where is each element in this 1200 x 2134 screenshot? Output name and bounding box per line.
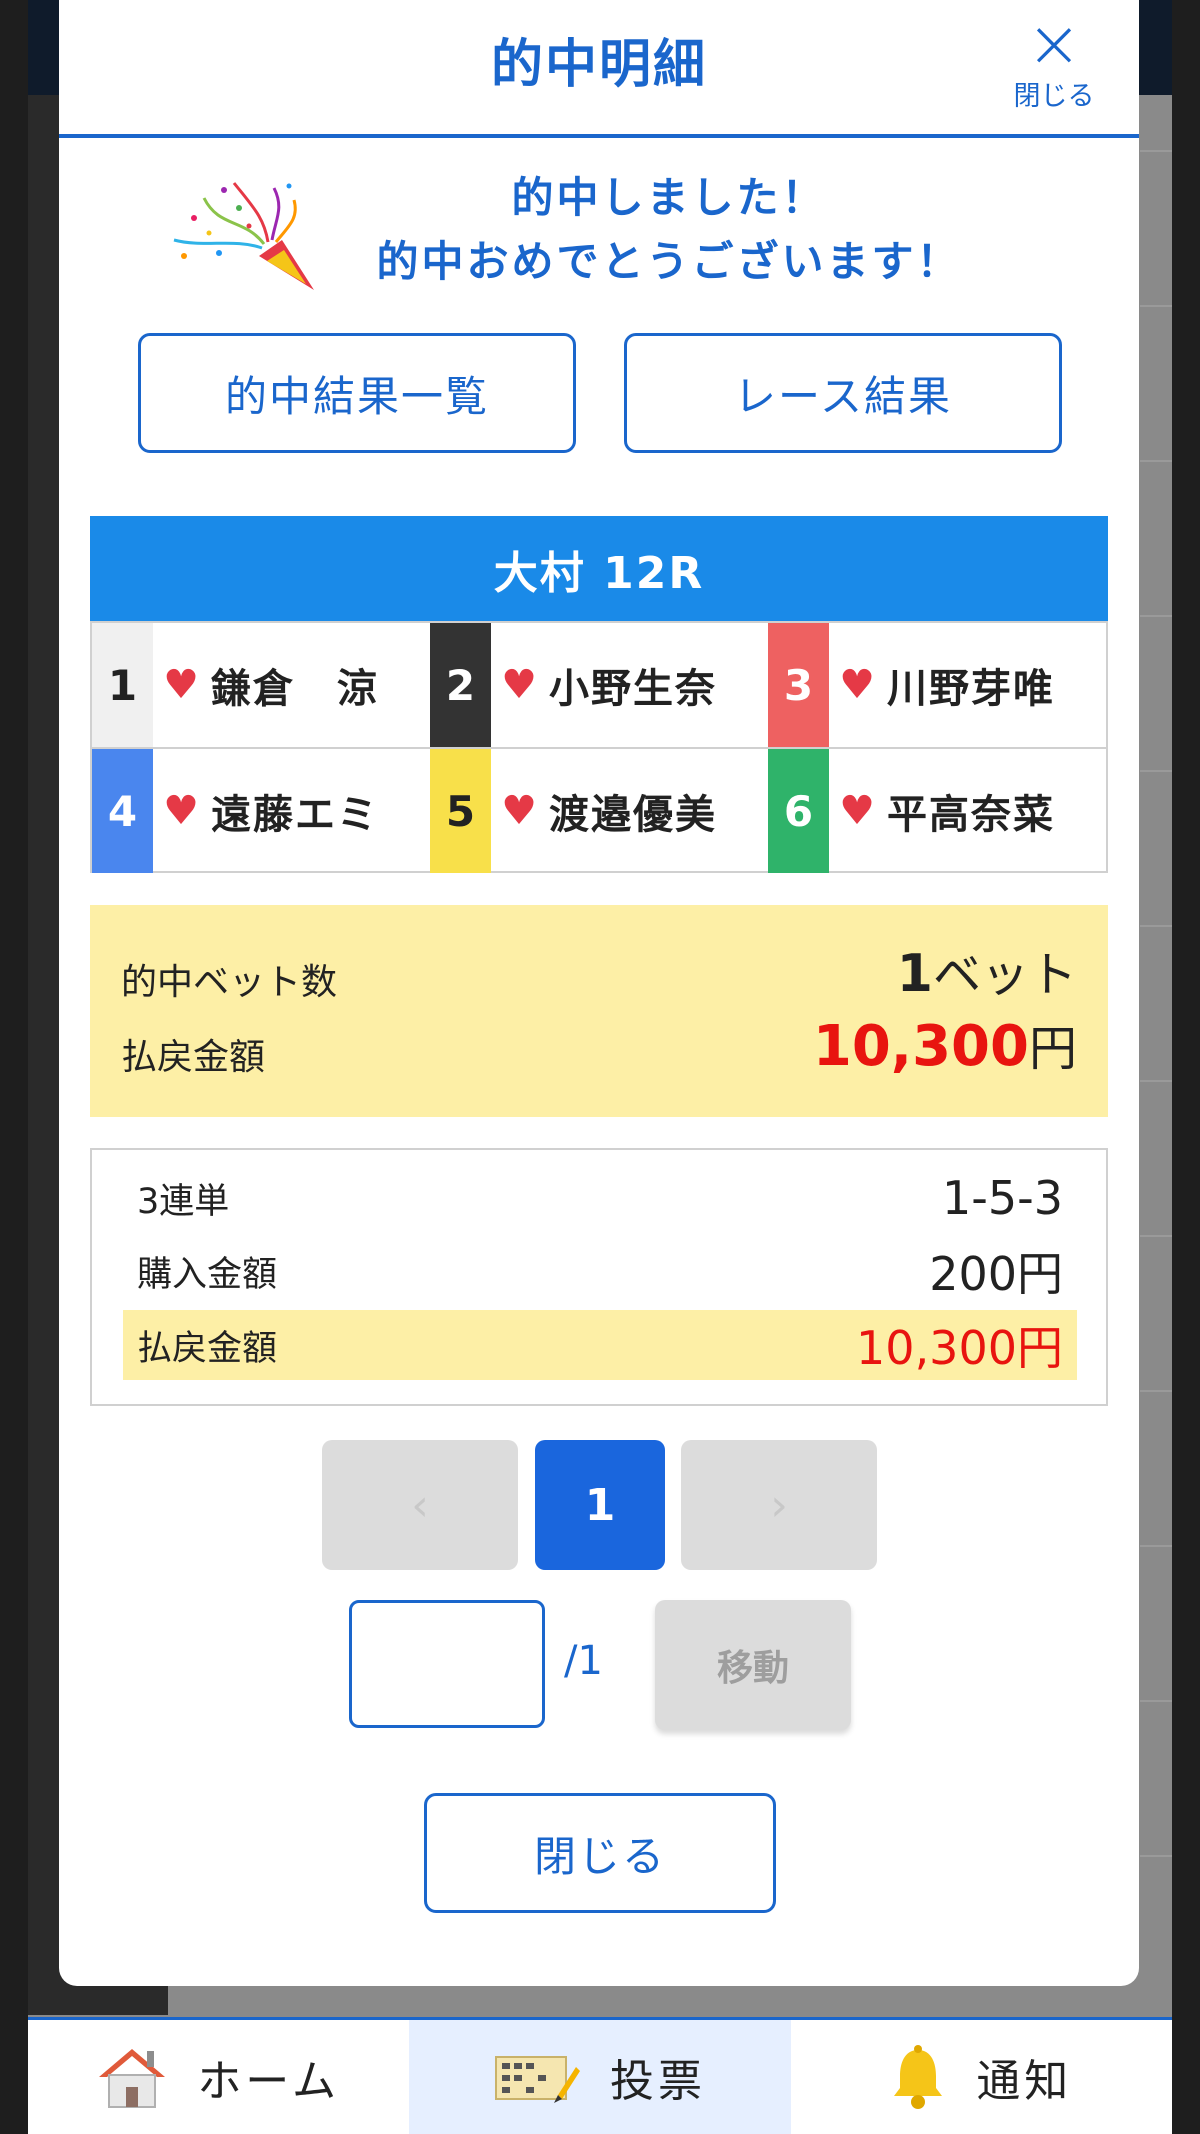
heart-icon[interactable]: ♥: [161, 662, 201, 708]
payout-unit: 円: [1028, 1021, 1077, 1077]
nav-notify[interactable]: 通知: [791, 2020, 1172, 2134]
chevron-right-icon: ›: [770, 1479, 788, 1531]
modal-header: 的中明細 × 閉じる: [59, 0, 1139, 138]
detail-payout-label: 払戻金額: [137, 1328, 278, 1369]
modal-title: 的中明細: [490, 35, 707, 95]
heart-icon[interactable]: ♥: [161, 788, 201, 834]
close-button[interactable]: 閉じる: [424, 1793, 776, 1913]
racer-number: 4: [92, 749, 153, 873]
background-divider: [1140, 615, 1172, 617]
chevron-left-icon: ‹: [411, 1479, 429, 1531]
racer-grid: 1 ♥ 鎌倉 涼 2 ♥ 小野生奈 3 ♥ 川野芽唯 4 ♥ 遠藤エミ 5 ♥ 渡邉優美 6 ♥ 平高奈菜: [90, 621, 1108, 873]
racer-number: 1: [92, 623, 153, 747]
detail-payout-row: 払戻金額 10,300円: [123, 1310, 1077, 1380]
congrats-line-2: 的中おめでとうございます！: [376, 237, 962, 286]
background-divider: [1140, 1235, 1172, 1237]
modal-close-label: 閉じる: [1013, 81, 1095, 112]
nav-home[interactable]: ホーム: [28, 2020, 409, 2134]
background-divider: [1140, 1855, 1172, 1857]
racer-name: 平高奈菜: [887, 792, 1055, 838]
hit-detail-modal: 的中明細 × 閉じる 的中しました！ 的中おめでとうございます！ 的中結果一覧 …: [59, 0, 1139, 1986]
heart-icon[interactable]: ♥: [837, 788, 877, 834]
payout-amount: 10,300: [812, 1014, 1029, 1079]
racer-cell: 4 ♥ 遠藤エミ: [92, 749, 430, 873]
racer-name: 遠藤エミ: [211, 792, 379, 838]
congrats-message: 的中しました！ 的中おめでとうございます！: [329, 166, 1009, 294]
nav-vote[interactable]: 投票: [409, 2020, 791, 2134]
racer-name: 渡邉優美: [549, 792, 717, 838]
background-divider: [1140, 1080, 1172, 1082]
hit-bets-value: 1ベット: [897, 935, 1077, 1005]
heart-icon[interactable]: ♥: [499, 662, 539, 708]
background-divider: [1140, 770, 1172, 772]
page-jump-button[interactable]: 移動: [655, 1600, 851, 1730]
racer-number: 3: [768, 623, 829, 747]
page-1-button[interactable]: 1: [535, 1440, 665, 1570]
heart-icon[interactable]: ♥: [837, 662, 877, 708]
racer-number: 6: [768, 749, 829, 873]
modal-close-button[interactable]: × 閉じる: [1009, 8, 1099, 113]
bet-detail: 3連単 1-5-3 購入金額 200円 払戻金額 10,300円: [90, 1148, 1108, 1406]
next-page-button[interactable]: ›: [681, 1440, 877, 1570]
purchase-row: 購入金額 200円: [123, 1236, 1077, 1306]
racer-name: 小野生奈: [549, 666, 717, 712]
background-divider: [1140, 1390, 1172, 1392]
background-divider: [1140, 925, 1172, 927]
bet-type-row: 3連単 1-5-3: [123, 1163, 1077, 1233]
prev-page-button[interactable]: ‹: [322, 1440, 518, 1570]
page-total: /1: [564, 1638, 603, 1684]
bet-type-label: 3連単: [137, 1181, 230, 1222]
detail-payout-amount: 10,300円: [856, 1321, 1063, 1375]
ticket-icon: [494, 2056, 580, 2103]
hit-bets-label: 的中ベット数: [121, 962, 338, 1003]
bet-combination: 1-5-3: [942, 1171, 1063, 1225]
racer-name: 川野芽唯: [887, 666, 1055, 712]
heart-icon[interactable]: ♥: [499, 788, 539, 834]
background-divider: [1140, 305, 1172, 307]
racer-cell: 6 ♥ 平高奈菜: [768, 749, 1106, 873]
racer-cell: 1 ♥ 鎌倉 涼: [92, 623, 430, 747]
payout-label: 払戻金額: [121, 1037, 266, 1078]
congrats-banner: 的中しました！ 的中おめでとうございます！: [59, 138, 1139, 328]
purchase-label: 購入金額: [137, 1254, 278, 1295]
background-divider: [1140, 150, 1172, 152]
payout-value: 10,300円: [813, 1009, 1077, 1079]
nav-vote-label: 投票: [609, 2056, 706, 2107]
page-jump: /1 移動: [59, 1600, 1139, 1730]
congrats-line-1: 的中しました！: [511, 173, 827, 222]
racer-cell: 2 ♥ 小野生奈: [430, 623, 768, 747]
racer-name: 鎌倉 涼: [211, 666, 379, 712]
party-popper-icon: [173, 182, 314, 290]
hit-bets-unit: ベット: [932, 947, 1077, 1003]
racer-number: 5: [430, 749, 491, 873]
racer-number: 2: [430, 623, 491, 747]
race-title: 大村 12R: [90, 516, 1108, 621]
hit-summary: 的中ベット数 1ベット 払戻金額 10,300円: [90, 905, 1108, 1117]
race-result-button[interactable]: レース結果: [624, 333, 1062, 453]
nav-home-label: ホーム: [197, 2056, 340, 2107]
bottom-nav: ホーム 投票 通知: [28, 2017, 1172, 2134]
background-divider: [1140, 460, 1172, 462]
bell-icon: [894, 2045, 943, 2109]
home-icon: [99, 2049, 166, 2108]
close-icon: ×: [1026, 5, 1082, 82]
background-divider: [1140, 1700, 1172, 1702]
purchase-amount: 200円: [929, 1247, 1063, 1301]
pagination: ‹ 1 ›: [59, 1440, 1139, 1570]
racer-cell: 3 ♥ 川野芽唯: [768, 623, 1106, 747]
nav-notify-label: 通知: [976, 2056, 1073, 2107]
hit-bets-count: 1: [896, 944, 933, 1004]
racer-cell: 5 ♥ 渡邉優美: [430, 749, 768, 873]
page-number-input[interactable]: [349, 1600, 545, 1728]
background-divider: [1140, 1545, 1172, 1547]
hit-results-list-button[interactable]: 的中結果一覧: [138, 333, 576, 453]
